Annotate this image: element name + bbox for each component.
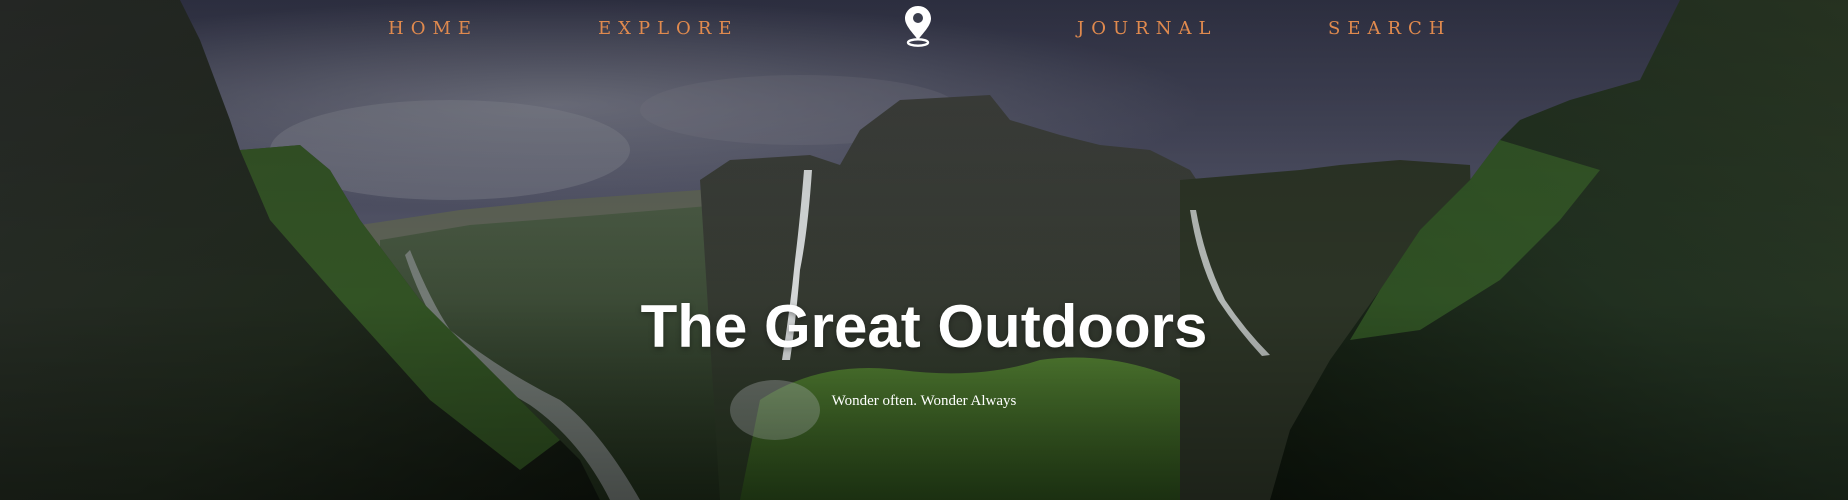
nav-search-link[interactable]: SEARCH xyxy=(1328,18,1452,39)
hero-subtitle: Wonder often. Wonder Always xyxy=(831,393,1017,409)
nav-home-link[interactable]: HOME xyxy=(388,18,478,39)
map-pin-icon[interactable] xyxy=(900,4,936,48)
top-navigation: HOME EXPLORE JOURNAL SEARCH xyxy=(0,0,1848,62)
hero-banner: HOME EXPLORE JOURNAL SEARCH The Great Ou… xyxy=(0,0,1848,500)
hero-title: The Great Outdoors xyxy=(640,293,1208,360)
nav-journal-link[interactable]: JOURNAL xyxy=(1077,18,1217,39)
nav-explore-link[interactable]: EXPLORE xyxy=(598,18,738,39)
hero-background-image xyxy=(0,0,1848,500)
